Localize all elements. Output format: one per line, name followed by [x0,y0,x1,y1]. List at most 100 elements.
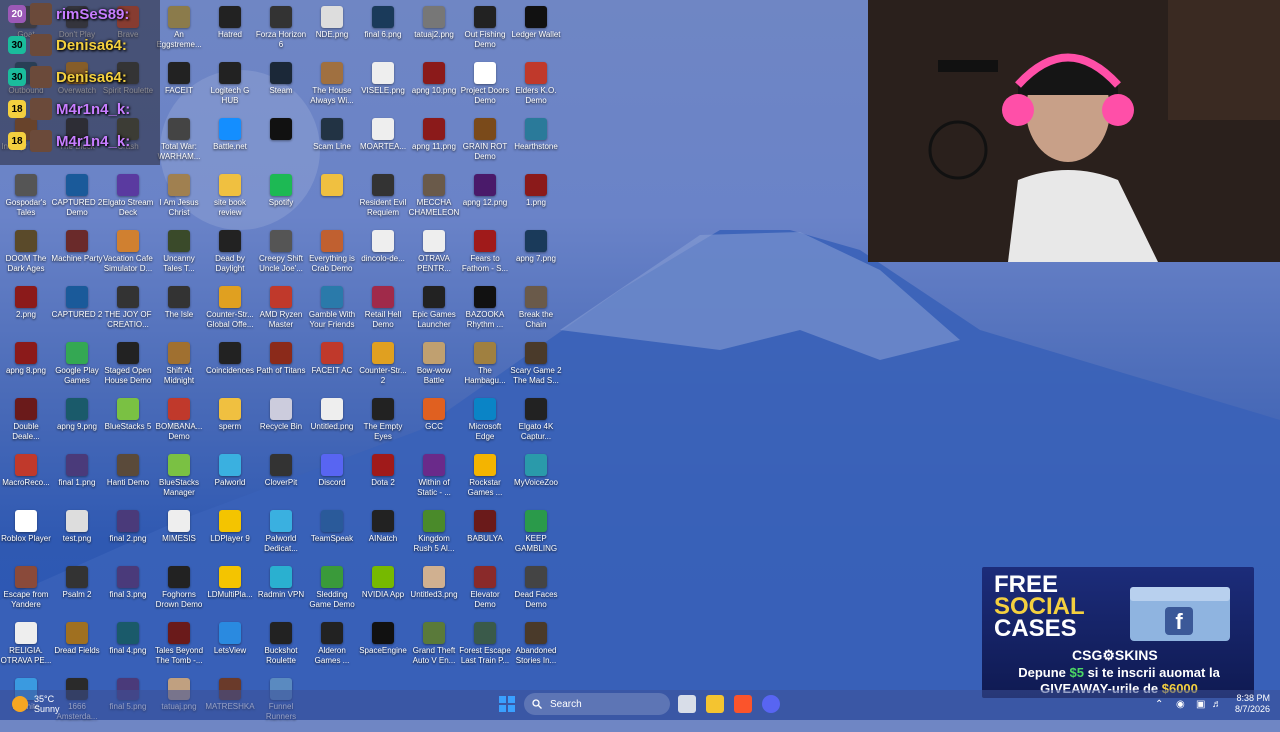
desktop-icon[interactable]: final 1.png [51,452,103,508]
desktop-icon[interactable]: Microsoft Edge [459,396,511,452]
desktop-icon[interactable]: Elgato Stream Deck [102,172,154,228]
desktop-icon[interactable]: VISELE.png [357,60,409,116]
desktop-icon[interactable]: TeamSpeak [306,508,358,564]
desktop-icon[interactable]: LetsView [204,620,256,676]
weather-widget[interactable]: 35°C Sunny [12,694,60,714]
desktop-icon[interactable]: apng 10.png [408,60,460,116]
desktop-icon[interactable]: Forza Horizon 6 [255,4,307,60]
desktop-icon[interactable]: FACEIT [153,60,205,116]
desktop-icon[interactable]: OTRAVA PENTR... [408,228,460,284]
taskbar-search-box[interactable]: Search [524,693,670,715]
desktop-icon[interactable]: The Hambagu... [459,340,511,396]
desktop-icon[interactable]: apng 7.png [510,228,562,284]
volume-icon[interactable]: ♬ [1212,699,1222,710]
desktop-icon[interactable]: Foghorns Drown Demo [153,564,205,620]
desktop-icon[interactable]: 1.png [510,172,562,228]
desktop-icon[interactable]: Palworld [204,452,256,508]
desktop-icon[interactable] [255,116,307,172]
desktop-icon[interactable]: final 2.png [102,508,154,564]
desktop-icon[interactable]: Logitech G HUB [204,60,256,116]
desktop-icon[interactable]: Steam [255,60,307,116]
desktop-icon[interactable]: Everything is Crab Demo [306,228,358,284]
desktop-icon[interactable]: Break the Chain [510,284,562,340]
desktop-icon[interactable]: CloverPit [255,452,307,508]
file-explorer-icon[interactable] [706,695,724,713]
taskbar-clock[interactable]: 8:38 PM 8/7/2026 [1235,693,1270,715]
desktop-icon[interactable]: Palworld Dedicat... [255,508,307,564]
desktop-icon[interactable]: Untitled3.png [408,564,460,620]
desktop-icon[interactable]: dincolo-de... [357,228,409,284]
desktop-icon[interactable]: Psalm 2 [51,564,103,620]
desktop-icon[interactable]: apng 9.png [51,396,103,452]
desktop-icon[interactable]: Project Doors Demo [459,60,511,116]
desktop-icon[interactable]: Hatred [204,4,256,60]
desktop-icon[interactable]: Elders K.O. Demo [510,60,562,116]
desktop-icon[interactable]: MyVoiceZoo [510,452,562,508]
discord-icon[interactable] [762,695,780,713]
desktop-icon[interactable]: Total War: WARHAM... [153,116,205,172]
desktop-icon[interactable]: NVIDIA App [357,564,409,620]
desktop-icon[interactable]: Discord [306,452,358,508]
desktop-icon[interactable]: Kingdom Rush 5 Al... [408,508,460,564]
desktop-icon[interactable]: site book review [204,172,256,228]
desktop-icon[interactable]: KEEP GAMBLING [510,508,562,564]
desktop-icon[interactable]: Hanti Demo [102,452,154,508]
desktop-icon[interactable]: DOOM The Dark Ages [0,228,52,284]
desktop-icon[interactable]: Rockstar Games ... [459,452,511,508]
desktop-icon[interactable]: NDE.png [306,4,358,60]
desktop-icon[interactable]: Resident Evil Requiem [357,172,409,228]
desktop-icon[interactable]: I Am Jesus Christ [153,172,205,228]
desktop-icon[interactable]: MECCHA CHAMELEON [408,172,460,228]
desktop-icon[interactable]: Hearthstone [510,116,562,172]
desktop-icon[interactable]: The Isle [153,284,205,340]
desktop-icon[interactable]: GRAIN ROT Demo [459,116,511,172]
desktop-icon[interactable]: Untitled.png [306,396,358,452]
desktop-icon[interactable]: Dead Faces Demo [510,564,562,620]
desktop-icon[interactable]: Battle.net [204,116,256,172]
desktop-icon[interactable]: BAZOOKA Rhythm ... [459,284,511,340]
desktop-icon[interactable]: 2.png [0,284,52,340]
brave-browser-icon[interactable] [734,695,752,713]
desktop-icon[interactable]: Creepy Shift Uncle Joe'... [255,228,307,284]
desktop-icon[interactable]: Recycle Bin [255,396,307,452]
desktop-icon[interactable]: Staged Open House Demo [102,340,154,396]
windows-start-icon[interactable] [498,695,516,713]
desktop-icon[interactable]: Elgato 4K Captur... [510,396,562,452]
desktop-icon[interactable]: Grand Theft Auto V En... [408,620,460,676]
desktop-icon[interactable]: apng 11.png [408,116,460,172]
desktop-icon[interactable]: Dota 2 [357,452,409,508]
desktop-icon[interactable]: FACEIT AC [306,340,358,396]
desktop-icon[interactable]: GCC [408,396,460,452]
desktop-icon[interactable]: Dread Fields [51,620,103,676]
desktop-icon[interactable]: Ledger Wallet [510,4,562,60]
task-view-icon[interactable] [678,695,696,713]
desktop-icon[interactable]: BlueStacks 5 [102,396,154,452]
desktop-icon[interactable]: MOARTEA... [357,116,409,172]
desktop-icon[interactable]: Scam Line [306,116,358,172]
desktop-icon[interactable]: RELIGIA. OTRAVA PE... [0,620,52,676]
desktop-icon[interactable]: The Empty Eyes [357,396,409,452]
desktop-icon[interactable]: LDPlayer 9 [204,508,256,564]
desktop-icon[interactable]: Machine Party [51,228,103,284]
desktop-icon[interactable]: Escape from Yandere [0,564,52,620]
desktop-icon[interactable]: Within of Static - ... [408,452,460,508]
desktop-icon[interactable]: Coincidences [204,340,256,396]
desktop-icon[interactable]: apng 8.png [0,340,52,396]
desktop-icon[interactable]: Radmin VPN [255,564,307,620]
desktop-icon[interactable]: Gamble With Your Friends [306,284,358,340]
desktop-icon[interactable]: Spotify [255,172,307,228]
desktop-icon[interactable]: Fears to Fathom - S... [459,228,511,284]
desktop-icon[interactable]: BOMBANA... Demo [153,396,205,452]
desktop-icon[interactable]: tatuaj2.png [408,4,460,60]
desktop-icon[interactable]: Counter-Str... Global Offe... [204,284,256,340]
desktop-icon[interactable]: Double Deale... [0,396,52,452]
desktop-icon[interactable]: BABULYA [459,508,511,564]
desktop-icon[interactable]: BlueStacks Manager [153,452,205,508]
desktop-icon[interactable]: apng 12.png [459,172,511,228]
desktop-icon[interactable]: Bow-wow Battle [408,340,460,396]
desktop-icon[interactable]: Tales Beyond The Tomb -... [153,620,205,676]
desktop-icon[interactable]: final 6.png [357,4,409,60]
desktop-icon[interactable]: Counter-Str... 2 [357,340,409,396]
desktop-icon[interactable]: Forest Escape Last Train P... [459,620,511,676]
desktop-icon[interactable]: Path of Titans [255,340,307,396]
